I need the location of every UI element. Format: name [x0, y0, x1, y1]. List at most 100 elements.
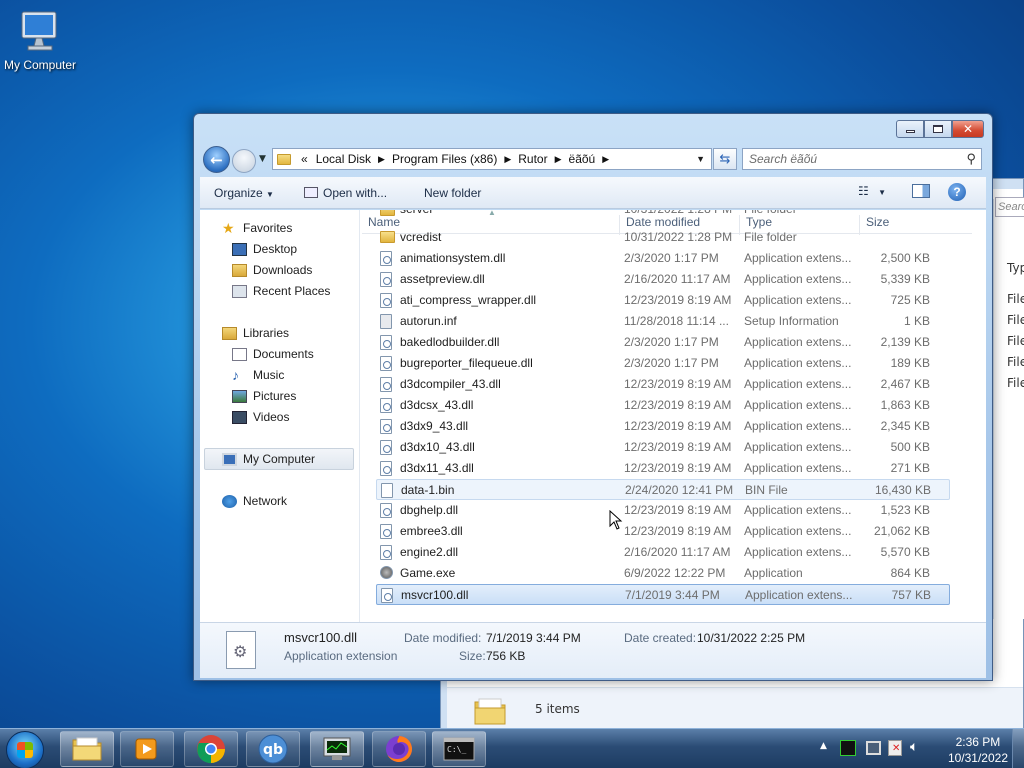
organize-button[interactable]: Organize ▼ [214, 186, 274, 200]
file-name: autorun.inf [400, 314, 457, 328]
new-folder-button[interactable]: New folder [424, 186, 481, 200]
breadcrumb-local-disk[interactable]: Local Disk [312, 152, 375, 166]
file-row[interactable]: engine2.dll 2/16/2020 11:17 AM Application… [376, 542, 950, 563]
background-column-type[interactable]: Typ [1007, 261, 1024, 275]
start-button[interactable] [6, 731, 44, 768]
taskbar-qbittorrent[interactable]: qb [246, 731, 300, 767]
notification-area: ▲ ✕ 🔈︎ 2:36 PM 10/31/2022 [814, 729, 1024, 768]
nav-music[interactable]: ♪ Music [232, 365, 284, 385]
file-name: engine2.dll [400, 545, 459, 559]
maximize-button[interactable] [924, 120, 952, 138]
file-row[interactable]: d3dx10_43.dll 12/23/2019 8:19 AM Applicati… [376, 437, 950, 458]
open-with-button[interactable]: Open with... [304, 186, 387, 200]
breadcrumb-rutor[interactable]: Rutor [514, 152, 551, 166]
file-row[interactable]: server 10/31/2022 1:28 PM File folder [376, 210, 950, 223]
nav-videos[interactable]: Videos [232, 407, 289, 427]
file-row[interactable]: data-1.bin 2/24/2020 12:41 PM BIN File 16,4… [376, 479, 950, 500]
search-input[interactable]: Search ëãõú ⚲ [742, 148, 982, 170]
minimize-button[interactable] [896, 120, 924, 138]
file-date-modified: 11/28/2018 11:14 ... [624, 314, 729, 328]
chevron-right-icon[interactable]: ▶ [599, 154, 612, 165]
file-size: 1 KB [903, 314, 930, 328]
breadcrumb-program-files[interactable]: Program Files (x86) [388, 152, 501, 166]
nav-my-computer[interactable]: My Computer [222, 449, 315, 469]
close-button[interactable]: ✕ [952, 120, 984, 138]
file-row[interactable]: vcredist 10/31/2022 1:28 PM File folder [376, 227, 950, 248]
nav-desktop[interactable]: Desktop [232, 239, 297, 259]
preview-pane-button[interactable] [912, 184, 930, 198]
file-row[interactable]: autorun.inf 11/28/2018 11:14 ... Setup Inf… [376, 311, 950, 332]
file-row[interactable]: bugreporter_filequeue.dll 2/3/2020 1:17 P… [376, 353, 950, 374]
recent-pages-dropdown[interactable]: ▼ [259, 154, 266, 164]
background-search-input[interactable]: Searc [995, 197, 1024, 217]
file-row[interactable]: assetpreview.dll 2/16/2020 11:17 AM Applic… [376, 269, 950, 290]
breadcrumb-current-folder[interactable]: ëãõú [565, 152, 600, 166]
nav-pictures[interactable]: Pictures [232, 386, 296, 406]
file-row[interactable]: msvcr100.dll 7/1/2019 3:44 PM Application … [376, 584, 950, 605]
forward-button[interactable] [232, 149, 256, 173]
change-view-button[interactable]: ☷ ▼ [858, 184, 886, 198]
taskbar-media-player[interactable] [120, 731, 174, 767]
blank-file-icon [381, 483, 393, 498]
chevron-right-icon[interactable]: ▶ [375, 154, 388, 165]
file-row[interactable]: d3dx11_43.dll 12/23/2019 8:19 AM Applicati… [376, 458, 950, 479]
file-type: Application extens... [744, 503, 852, 517]
chevron-right-icon[interactable]: ▶ [552, 154, 565, 165]
nav-network[interactable]: Network [222, 491, 287, 511]
taskbar-windows-explorer[interactable] [60, 731, 114, 767]
show-desktop-button[interactable] [1012, 729, 1024, 768]
background-status-bar: 5 items [447, 687, 1023, 731]
taskbar-firefox[interactable] [372, 731, 426, 767]
taskbar-task-manager[interactable] [310, 731, 364, 767]
nav-documents[interactable]: Documents [232, 344, 314, 364]
network-tray-icon[interactable] [866, 741, 881, 755]
breadcrumb-overflow[interactable]: « [297, 152, 312, 166]
volume-icon[interactable]: 🔈︎ [910, 739, 918, 755]
file-row[interactable]: dbghelp.dll 12/23/2019 8:19 AM Application… [376, 500, 950, 521]
file-row[interactable]: d3dx9_43.dll 12/23/2019 8:19 AM Applicatio… [376, 416, 950, 437]
dll-file-icon [380, 272, 392, 287]
search-icon[interactable]: ⚲ [966, 151, 976, 167]
nav-libraries[interactable]: Libraries [222, 323, 289, 343]
file-row[interactable]: ati_compress_wrapper.dll 12/23/2019 8:19 … [376, 290, 950, 311]
show-hidden-icons-icon[interactable]: ▲ [820, 741, 827, 751]
videos-icon [232, 410, 247, 424]
nav-favorites[interactable]: ★ Favorites [222, 218, 292, 238]
desktop-my-computer[interactable]: My Computer [0, 8, 80, 72]
taskbar-chrome[interactable] [184, 731, 238, 767]
nav-label: Pictures [253, 389, 297, 403]
action-center-icon[interactable]: ✕ [888, 740, 902, 756]
explorer-window[interactable]: ✕ ← ▼ « Local Disk ▶ Program Files (x86)… [193, 113, 993, 681]
address-bar[interactable]: « Local Disk ▶ Program Files (x86) ▶ Rut… [272, 148, 712, 170]
taskbar-command-prompt[interactable]: C:\_ [432, 731, 486, 767]
file-row[interactable]: bakedlodbuilder.dll 2/3/2020 1:17 PM Appli… [376, 332, 950, 353]
folder-icon [277, 153, 291, 165]
back-button[interactable]: ← [203, 146, 230, 173]
details-size-value: 756 KB [486, 649, 526, 663]
caption-buttons: ✕ [896, 120, 984, 138]
terminal-tray-icon[interactable] [840, 740, 856, 756]
file-row[interactable]: animationsystem.dll 2/3/2020 1:17 PM Appli… [376, 248, 950, 269]
file-row[interactable]: Game.exe 6/9/2022 12:22 PM Application 864 … [376, 563, 950, 584]
dll-file-icon [380, 524, 392, 539]
file-name: d3dx10_43.dll [400, 440, 475, 454]
file-size: 2,467 KB [880, 377, 930, 391]
nav-recent-places[interactable]: Recent Places [232, 281, 330, 301]
explorer-body: ★ Favorites Desktop Downloads Recent Plac… [200, 210, 986, 622]
svg-text:C:\_: C:\_ [447, 745, 466, 754]
file-row[interactable]: d3dcsx_43.dll 12/23/2019 8:19 AM Applicati… [376, 395, 950, 416]
clock[interactable]: 2:36 PM 10/31/2022 [948, 734, 1008, 766]
file-row[interactable]: d3dcompiler_43.dll 12/23/2019 8:19 AM Appl… [376, 374, 950, 395]
address-dropdown-icon[interactable]: ▼ [696, 154, 705, 164]
refresh-button[interactable]: ⇆ [713, 148, 737, 170]
help-button[interactable]: ? [948, 183, 966, 201]
taskbar: qb C:\_ ▲ ✕ 🔈︎ 2:36 PM 10/31/2022 [0, 728, 1024, 768]
dll-file-icon [380, 293, 392, 308]
folder-icon [380, 231, 395, 243]
file-row[interactable]: embree3.dll 12/23/2019 8:19 AM Application… [376, 521, 950, 542]
file-type: Application extens... [744, 356, 852, 370]
nav-downloads[interactable]: Downloads [232, 260, 312, 280]
chevron-right-icon[interactable]: ▶ [501, 154, 514, 165]
refresh-icon: ⇆ [719, 151, 731, 167]
file-type: Application extens... [744, 335, 852, 349]
